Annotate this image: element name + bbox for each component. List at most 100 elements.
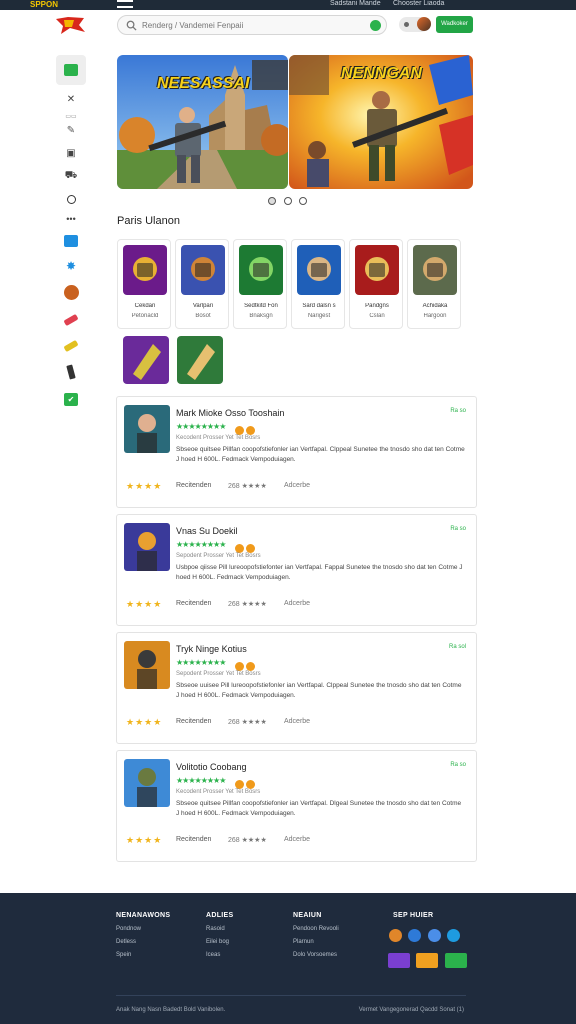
app-tile-extra-1[interactable]: [123, 336, 169, 384]
top-logo[interactable]: SPPON: [30, 0, 58, 9]
footer-col-1: NENANAWONS Pondnow Detless Spein: [116, 912, 170, 958]
app-subtitle: Bosot: [195, 313, 211, 319]
sidebar-item-marker[interactable]: [56, 335, 86, 357]
review-card[interactable]: Tryk Ninge Kotius Ra sol ★★★★★★★★ Sepodent …: [116, 632, 477, 744]
review-thumbnail: [124, 759, 170, 807]
app-thumbnail: [181, 245, 225, 295]
review-footer: ★★★★ Recitenden 268 ★★★★ Adcerbe: [126, 835, 466, 847]
rating-stars-icon: ★★★★★★★★: [176, 540, 226, 549]
star-icon: ✸: [65, 259, 77, 273]
more-icon: •••: [66, 214, 76, 224]
app-card[interactable]: Varlpari Bosot: [175, 239, 229, 329]
footer-link[interactable]: Spein: [116, 952, 170, 958]
review-action-recommend[interactable]: Recitenden: [176, 482, 211, 489]
star-rating-icon: ★★★★: [126, 717, 163, 727]
hero-slide-1[interactable]: NEESASSAI: [117, 55, 288, 189]
sidebar-item-check[interactable]: ✔: [56, 388, 86, 410]
review-thumbnail: [124, 523, 170, 571]
sidebar-item-phone[interactable]: [56, 361, 86, 383]
footer-link[interactable]: Eilei bog: [206, 939, 233, 945]
review-action-more[interactable]: Adcerbe: [284, 600, 310, 607]
sidebar-item-gamepad[interactable]: [56, 230, 86, 252]
sidebar-item-circle[interactable]: [56, 188, 86, 210]
app-thumbnail: [123, 245, 167, 295]
hero-slide-2[interactable]: NENNGAN: [289, 55, 473, 189]
search-go-icon[interactable]: [370, 20, 381, 31]
sidebar-item-brush[interactable]: [56, 309, 86, 331]
sidebar-item-cart[interactable]: ⛟: [56, 165, 86, 187]
review-footer: ★★★★ Recitenden 268 ★★★★ Adcerbe: [126, 599, 466, 611]
review-count: 268 ★★★★: [228, 483, 267, 490]
search-bar[interactable]: [117, 15, 387, 35]
review-card[interactable]: Mark Mioke Osso Tooshain Ra so ★★★★★★★★ Kec…: [116, 396, 477, 508]
review-action-recommend[interactable]: Recitenden: [176, 836, 211, 843]
footer-heading: SEP HUIER: [393, 912, 434, 919]
rating-stars-icon: ★★★★★★★★: [176, 776, 226, 785]
footer-link[interactable]: Pondnow: [116, 926, 170, 932]
sidebar-item-pencil[interactable]: ✎: [56, 119, 86, 141]
gamepad-icon: [64, 235, 78, 247]
sidebar-item-home[interactable]: [56, 55, 86, 85]
header-action-button[interactable]: Wadkoker: [436, 16, 473, 33]
footer-link[interactable]: Iceas: [206, 952, 233, 958]
social-icon-2[interactable]: [408, 929, 422, 942]
sidebar-item-bookmark[interactable]: ▣: [56, 142, 86, 164]
review-title[interactable]: Mark Mioke Osso Tooshain: [176, 408, 284, 418]
review-action-recommend[interactable]: Recitenden: [176, 600, 211, 607]
review-action-recommend[interactable]: Recitenden: [176, 718, 211, 725]
app-card[interactable]: Sedtkitd Fon Bnaksgn: [233, 239, 287, 329]
check-icon: ✔: [64, 392, 78, 406]
sidebar-item-avatar[interactable]: [56, 281, 86, 303]
social-icon-3[interactable]: [427, 929, 441, 942]
app-name: Sedtkitd Fon: [244, 303, 278, 309]
review-card[interactable]: Volitotio Coobang Ra so ★★★★★★★★ Kecodent P…: [116, 750, 477, 862]
carousel-dot-3[interactable]: [299, 197, 307, 205]
app-thumbnail: [297, 245, 341, 295]
star-rating-icon: ★★★★: [126, 599, 163, 609]
footer-link[interactable]: Detless: [116, 939, 170, 945]
review-title[interactable]: Tryk Ninge Kotius: [176, 644, 247, 654]
sidebar-item-more[interactable]: •••: [56, 208, 86, 230]
header: Wadkoker: [0, 10, 576, 40]
review-card[interactable]: Vnas Su Doekil Ra so ★★★★★★★★ Sepodent Pros…: [116, 514, 477, 626]
review-action-more[interactable]: Adcerbe: [284, 718, 310, 725]
footer-link[interactable]: Pendoon Revooli: [293, 926, 339, 932]
store-badge-1[interactable]: [388, 953, 410, 968]
review-footer: ★★★★ Recitenden 268 ★★★★ Adcerbe: [126, 481, 466, 493]
app-card[interactable]: Cekdan Petonacld: [117, 239, 171, 329]
review-badge: Ra so: [450, 408, 466, 414]
top-link-1[interactable]: Sadstani Mande: [330, 0, 381, 7]
avatar[interactable]: [417, 17, 431, 31]
app-thumbnail: [413, 245, 457, 295]
app-tile-extra-2[interactable]: [177, 336, 223, 384]
home-icon: [64, 64, 78, 76]
footer-link[interactable]: Rasoid: [206, 926, 233, 932]
menu-icon[interactable]: [117, 0, 133, 8]
footer-link[interactable]: Plarnun: [293, 939, 339, 945]
store-badge-3[interactable]: [444, 953, 467, 968]
rating-stars-icon: ★★★★★★★★: [176, 658, 226, 667]
app-card[interactable]: Achidaka Hargoon: [407, 239, 461, 329]
brand-logo[interactable]: [54, 15, 88, 35]
review-title[interactable]: Volitotio Coobang: [176, 762, 247, 772]
copyright: Anak Nang Nasn Badedt Bold Vanibolen.: [116, 1007, 226, 1013]
footer-link[interactable]: Dolo Vorsoemes: [293, 952, 339, 958]
sidebar-item-star[interactable]: ✸: [56, 255, 86, 277]
app-subtitle: Petonacld: [131, 313, 159, 319]
social-icon-1[interactable]: [389, 929, 402, 942]
review-action-more[interactable]: Adcerbe: [284, 482, 310, 489]
store-badges: [388, 953, 469, 973]
carousel-dot-2[interactable]: [284, 197, 292, 205]
app-card[interactable]: Sard dalsn s Narigest: [291, 239, 345, 329]
social-icon-4[interactable]: [447, 929, 461, 942]
search-input[interactable]: [142, 18, 362, 33]
rating-stars-icon: ★★★★★★★★: [176, 422, 226, 431]
review-description: Sbseoe quitsee Pillfan coopofstiefonler …: [176, 800, 462, 817]
review-title[interactable]: Vnas Su Doekil: [176, 526, 238, 536]
top-link-2[interactable]: Chooster Liaoda: [393, 0, 444, 7]
store-badge-2[interactable]: [416, 953, 439, 968]
review-count: 268 ★★★★: [228, 601, 267, 608]
app-card[interactable]: Pandgns Cslan: [349, 239, 403, 329]
carousel-dot-1[interactable]: [268, 197, 276, 205]
review-action-more[interactable]: Adcerbe: [284, 836, 310, 843]
